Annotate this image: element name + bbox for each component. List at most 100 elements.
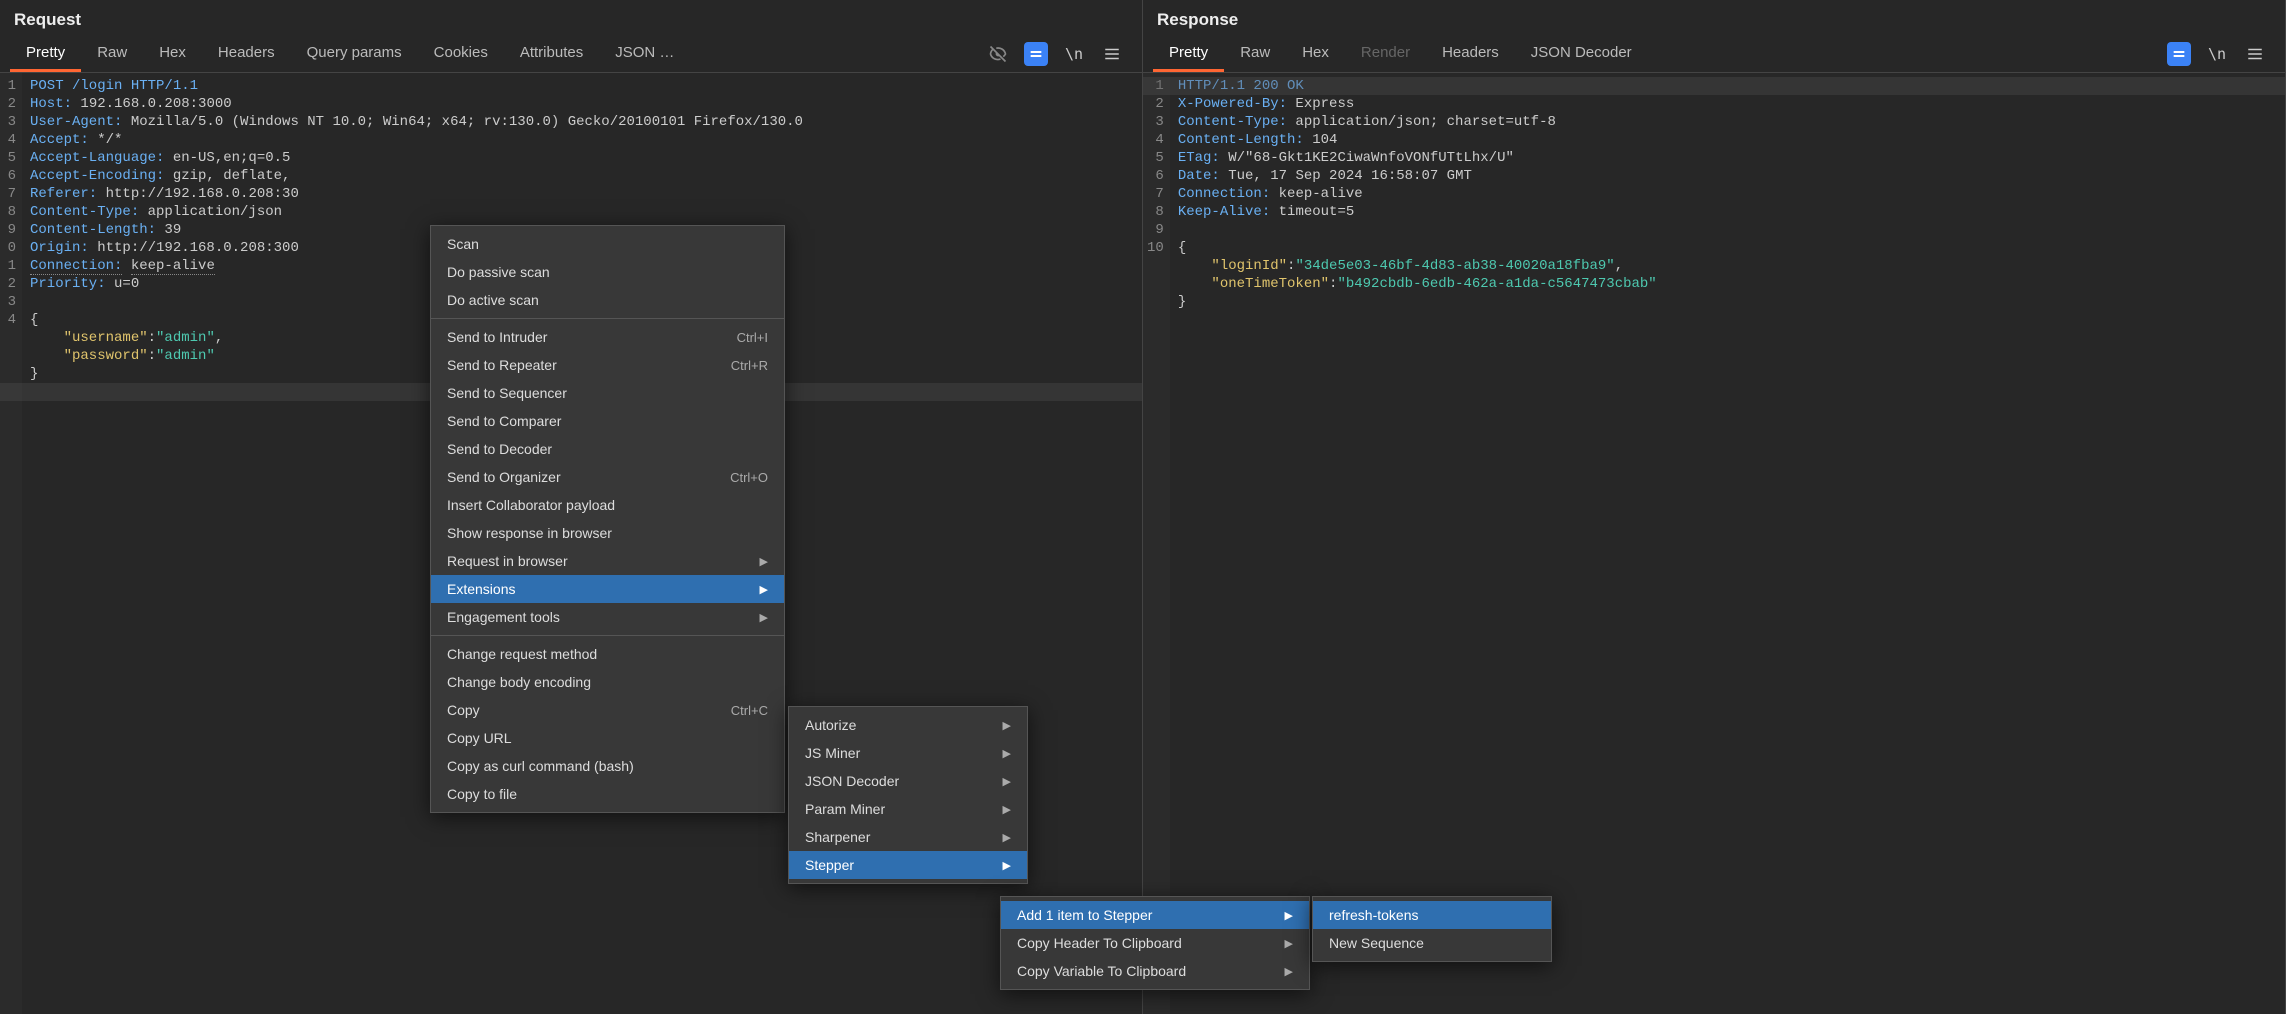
- menu-item-label: Show response in browser: [447, 525, 612, 541]
- menu-item-js-miner[interactable]: JS Miner▶: [789, 739, 1027, 767]
- menu-item-insert-collaborator-payload[interactable]: Insert Collaborator payload: [431, 491, 784, 519]
- code-line[interactable]: Keep-Alive: timeout=5: [1178, 203, 1657, 221]
- tab-json-decoder[interactable]: JSON Decoder: [1515, 36, 1648, 72]
- menu-item-new-sequence[interactable]: New Sequence: [1313, 929, 1551, 957]
- code-line[interactable]: {: [1178, 239, 1657, 257]
- menu-item-label: Send to Organizer: [447, 469, 561, 485]
- menu-item-copy-url[interactable]: Copy URL: [431, 724, 784, 752]
- tab-query-params[interactable]: Query params: [291, 36, 418, 72]
- tab-hex[interactable]: Hex: [1286, 36, 1345, 72]
- menu-item-send-to-comparer[interactable]: Send to Comparer: [431, 407, 784, 435]
- menu-item-label: Send to Comparer: [447, 413, 561, 429]
- code-line[interactable]: "loginId":"34de5e03-46bf-4d83-ab38-40020…: [1178, 257, 1657, 275]
- tab-raw[interactable]: Raw: [81, 36, 143, 72]
- code-line[interactable]: Content-Length: 104: [1178, 131, 1657, 149]
- code-line[interactable]: Accept-Encoding: gzip, deflate,: [30, 167, 803, 185]
- tab-json-[interactable]: JSON …: [599, 36, 690, 72]
- tab-hex[interactable]: Hex: [143, 36, 202, 72]
- menu-item-param-miner[interactable]: Param Miner▶: [789, 795, 1027, 823]
- menu-item-copy-header-to-clipboard[interactable]: Copy Header To Clipboard▶: [1001, 929, 1309, 957]
- menu-item-engagement-tools[interactable]: Engagement tools▶: [431, 603, 784, 631]
- code-line[interactable]: "oneTimeToken":"b492cbdb-6edb-462a-a1da-…: [1178, 275, 1657, 293]
- menu-item-send-to-repeater[interactable]: Send to RepeaterCtrl+R: [431, 351, 784, 379]
- menu-item-stepper[interactable]: Stepper ▶: [789, 851, 1027, 879]
- code-line[interactable]: Date: Tue, 17 Sep 2024 16:58:07 GMT: [1178, 167, 1657, 185]
- menu-separator: [431, 635, 784, 636]
- menu-item-send-to-sequencer[interactable]: Send to Sequencer: [431, 379, 784, 407]
- newline-icon[interactable]: \n: [2205, 42, 2229, 66]
- menu-item-label: refresh-tokens: [1329, 907, 1418, 923]
- chevron-right-icon: ▶: [1003, 859, 1011, 872]
- tab-pretty[interactable]: Pretty: [10, 36, 81, 72]
- line-number: 2: [4, 275, 16, 293]
- menu-item-json-decoder[interactable]: JSON Decoder▶: [789, 767, 1027, 795]
- code-line[interactable]: HTTP/1.1 200 OK: [1178, 77, 1657, 95]
- code-line[interactable]: Host: 192.168.0.208:3000: [30, 95, 803, 113]
- code-line[interactable]: }: [1178, 293, 1657, 311]
- chevron-right-icon: ▶: [760, 555, 768, 568]
- tab-raw[interactable]: Raw: [1224, 36, 1286, 72]
- extensions-submenu[interactable]: Autorize▶JS Miner▶JSON Decoder▶Param Min…: [788, 706, 1028, 884]
- line-number: 6: [4, 167, 16, 185]
- menu-item-autorize[interactable]: Autorize▶: [789, 711, 1027, 739]
- menu-item-label: Stepper: [805, 857, 854, 873]
- line-number: [1147, 275, 1164, 293]
- hamburger-icon[interactable]: [2243, 42, 2267, 66]
- request-tabs: PrettyRawHexHeadersQuery paramsCookiesAt…: [0, 36, 1142, 73]
- code-line[interactable]: Accept: */*: [30, 131, 803, 149]
- code-line[interactable]: ETag: W/"68-Gkt1KE2CiwaWnfoVONfUTtLhx/U": [1178, 149, 1657, 167]
- tab-headers[interactable]: Headers: [202, 36, 291, 72]
- additem-submenu[interactable]: refresh-tokens New Sequence: [1312, 896, 1552, 962]
- menu-item-label: New Sequence: [1329, 935, 1424, 951]
- context-menu[interactable]: ScanDo passive scanDo active scan Send to…: [430, 225, 785, 813]
- response-editor[interactable]: 12345678910 HTTP/1.1 200 OKX-Powered-By:…: [1143, 73, 2285, 1014]
- tab-render[interactable]: Render: [1345, 36, 1426, 72]
- menu-item-refresh-tokens[interactable]: refresh-tokens: [1313, 901, 1551, 929]
- menu-item-label: JSON Decoder: [805, 773, 899, 789]
- menu-item-copy-as-curl-command-bash-[interactable]: Copy as curl command (bash): [431, 752, 784, 780]
- menu-item-do-passive-scan[interactable]: Do passive scan: [431, 258, 784, 286]
- code-line[interactable]: X-Powered-By: Express: [1178, 95, 1657, 113]
- menu-item-show-response-in-browser[interactable]: Show response in browser: [431, 519, 784, 547]
- code-line[interactable]: Accept-Language: en-US,en;q=0.5: [30, 149, 803, 167]
- menu-item-change-request-method[interactable]: Change request method: [431, 640, 784, 668]
- tab-attributes[interactable]: Attributes: [504, 36, 599, 72]
- line-number: [4, 365, 16, 383]
- menu-item-label: Sharpener: [805, 829, 870, 845]
- toggle-icon[interactable]: [2167, 42, 2191, 66]
- code-line[interactable]: Referer: http://192.168.0.208:30: [30, 185, 803, 203]
- code-line[interactable]: POST /login HTTP/1.1: [30, 77, 803, 95]
- menu-item-sharpener[interactable]: Sharpener▶: [789, 823, 1027, 851]
- menu-item-copy-to-file[interactable]: Copy to file: [431, 780, 784, 808]
- tab-cookies[interactable]: Cookies: [418, 36, 504, 72]
- code-line[interactable]: Content-Type: application/json; charset=…: [1178, 113, 1657, 131]
- menu-shortcut: Ctrl+C: [731, 703, 768, 718]
- chevron-right-icon: ▶: [1003, 803, 1011, 816]
- menu-item-send-to-intruder[interactable]: Send to IntruderCtrl+I: [431, 323, 784, 351]
- menu-item-copy[interactable]: CopyCtrl+C: [431, 696, 784, 724]
- code-line[interactable]: Content-Type: application/json: [30, 203, 803, 221]
- menu-item-send-to-decoder[interactable]: Send to Decoder: [431, 435, 784, 463]
- eye-off-icon[interactable]: [986, 42, 1010, 66]
- code-line[interactable]: Connection: keep-alive: [1178, 185, 1657, 203]
- code-line[interactable]: [1178, 221, 1657, 239]
- menu-item-add-1-item-to-stepper[interactable]: Add 1 item to Stepper▶: [1001, 901, 1309, 929]
- tab-headers[interactable]: Headers: [1426, 36, 1515, 72]
- code-line[interactable]: User-Agent: Mozilla/5.0 (Windows NT 10.0…: [30, 113, 803, 131]
- menu-item-extensions[interactable]: Extensions▶: [431, 575, 784, 603]
- menu-item-do-active-scan[interactable]: Do active scan: [431, 286, 784, 314]
- stepper-submenu[interactable]: Add 1 item to Stepper▶Copy Header To Cli…: [1000, 896, 1310, 990]
- menu-item-request-in-browser[interactable]: Request in browser▶: [431, 547, 784, 575]
- toggle-icon[interactable]: [1024, 42, 1048, 66]
- hamburger-icon[interactable]: [1100, 42, 1124, 66]
- menu-item-scan[interactable]: Scan: [431, 230, 784, 258]
- line-number: 4: [4, 311, 16, 329]
- newline-icon[interactable]: \n: [1062, 42, 1086, 66]
- menu-item-change-body-encoding[interactable]: Change body encoding: [431, 668, 784, 696]
- menu-item-send-to-organizer[interactable]: Send to OrganizerCtrl+O: [431, 463, 784, 491]
- menu-item-copy-variable-to-clipboard[interactable]: Copy Variable To Clipboard▶: [1001, 957, 1309, 985]
- tab-pretty[interactable]: Pretty: [1153, 36, 1224, 72]
- menu-separator: [431, 318, 784, 319]
- line-number: 8: [4, 203, 16, 221]
- chevron-right-icon: ▶: [1285, 965, 1293, 978]
